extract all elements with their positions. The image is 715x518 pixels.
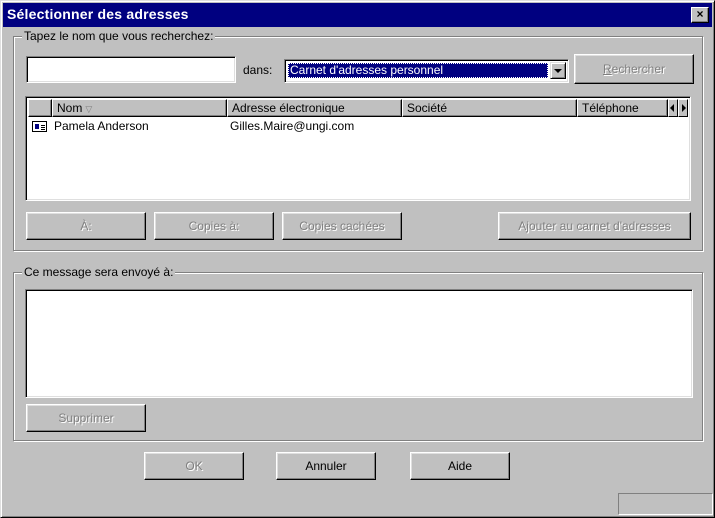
results-list[interactable]: Nom ▽ Adresse électronique Société Téléph… bbox=[25, 96, 691, 201]
sort-descending-icon: ▽ bbox=[85, 104, 93, 114]
chevron-down-icon[interactable] bbox=[550, 62, 566, 79]
column-header-icon[interactable] bbox=[28, 99, 52, 117]
directory-selected-value: Carnet d'adresses personnel bbox=[288, 63, 548, 78]
add-to-button[interactable]: À: bbox=[26, 212, 146, 240]
column-header-company[interactable]: Société bbox=[402, 99, 577, 117]
add-cc-button[interactable]: Copies à: bbox=[154, 212, 274, 240]
column-header-name[interactable]: Nom ▽ bbox=[52, 99, 227, 117]
directory-select[interactable]: Carnet d'adresses personnel bbox=[284, 59, 569, 83]
search-button-label: echercher bbox=[611, 62, 666, 76]
recipients-group-label: Ce message sera envoyé à: bbox=[22, 265, 176, 279]
row-name: Pamela Anderson bbox=[54, 119, 149, 133]
scroll-left-icon[interactable] bbox=[668, 99, 678, 117]
help-button[interactable]: Aide bbox=[410, 452, 510, 480]
column-header-phone[interactable]: Téléphone bbox=[577, 99, 668, 117]
size-grip-area bbox=[618, 493, 713, 515]
contact-card-icon bbox=[32, 121, 47, 132]
ok-button[interactable]: OK bbox=[144, 452, 244, 480]
close-button[interactable]: × bbox=[691, 7, 709, 23]
search-group: Tapez le nom que vous recherchez: dans: … bbox=[13, 29, 703, 251]
recipients-group: Ce message sera envoyé à: Supprimer bbox=[13, 265, 703, 441]
title-bar[interactable]: Sélectionner des adresses × bbox=[3, 3, 712, 27]
search-button[interactable]: Rechercher bbox=[574, 54, 694, 84]
row-email: Gilles.Maire@ungi.com bbox=[230, 119, 355, 133]
cancel-button[interactable]: Annuler bbox=[276, 452, 376, 480]
add-to-address-book-button[interactable]: Ajouter au carnet d'adresses bbox=[498, 212, 691, 240]
select-addresses-dialog: Sélectionner des adresses × Tapez le nom… bbox=[0, 0, 715, 518]
recipients-list[interactable] bbox=[25, 289, 693, 398]
add-bcc-button[interactable]: Copies cachées bbox=[282, 212, 402, 240]
column-header-email[interactable]: Adresse électronique bbox=[227, 99, 402, 117]
remove-button[interactable]: Supprimer bbox=[26, 404, 146, 432]
window-title: Sélectionner des adresses bbox=[7, 6, 189, 22]
table-row[interactable]: Pamela Anderson Gilles.Maire@ungi.com bbox=[28, 118, 688, 134]
search-group-label: Tapez le nom que vous recherchez: bbox=[22, 29, 216, 43]
scroll-right-icon[interactable] bbox=[678, 99, 688, 117]
column-name-label: Nom bbox=[57, 101, 83, 115]
search-name-input[interactable] bbox=[26, 56, 236, 83]
directory-label: dans: bbox=[243, 63, 273, 77]
